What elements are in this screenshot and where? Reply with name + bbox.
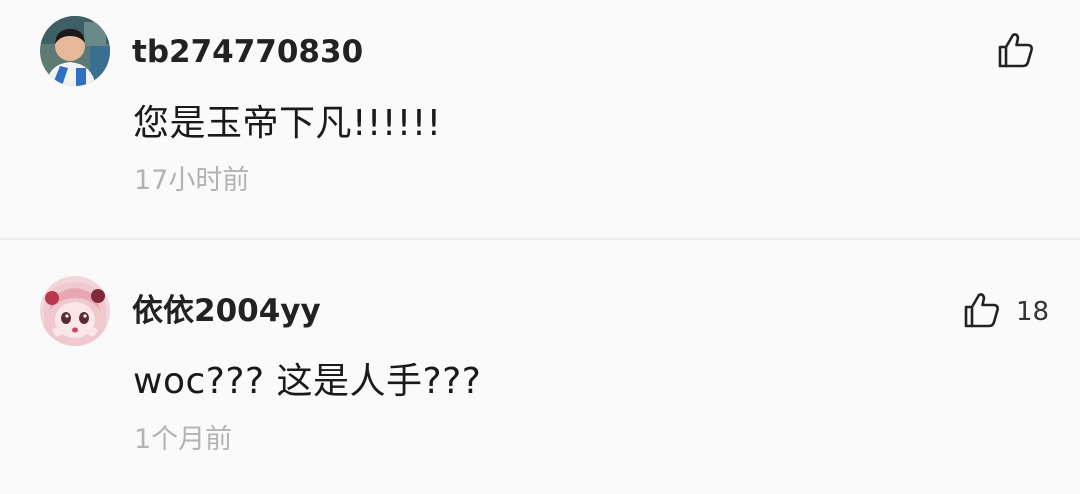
username[interactable]: tb274770830 <box>132 34 363 70</box>
like-count: 18 <box>1016 297 1050 327</box>
boy-photo-avatar-image <box>40 16 110 86</box>
like-button[interactable] <box>996 30 1050 74</box>
comment-text: 您是玉帝下凡!!!!!! <box>133 103 442 144</box>
comment-item: 依依2004yy woc??? 这是人手??? 1个月前 18 <box>0 240 1080 494</box>
comment-timestamp: 17小时前 <box>134 165 250 196</box>
anime-girl-avatar-image <box>40 276 110 346</box>
comment-text: woc??? 这是人手??? <box>133 361 482 402</box>
thumbs-up-icon <box>996 30 1036 74</box>
avatar[interactable] <box>40 276 110 346</box>
comment-list: tb274770830 您是玉帝下凡!!!!!! 17小时前 依依2004yy … <box>0 0 1080 494</box>
comment-timestamp: 1个月前 <box>134 424 233 455</box>
username[interactable]: 依依2004yy <box>132 293 321 329</box>
comment-item: tb274770830 您是玉帝下凡!!!!!! 17小时前 <box>0 0 1080 238</box>
avatar[interactable] <box>40 16 110 86</box>
thumbs-up-icon <box>962 290 1002 334</box>
like-button[interactable]: 18 <box>962 290 1049 334</box>
